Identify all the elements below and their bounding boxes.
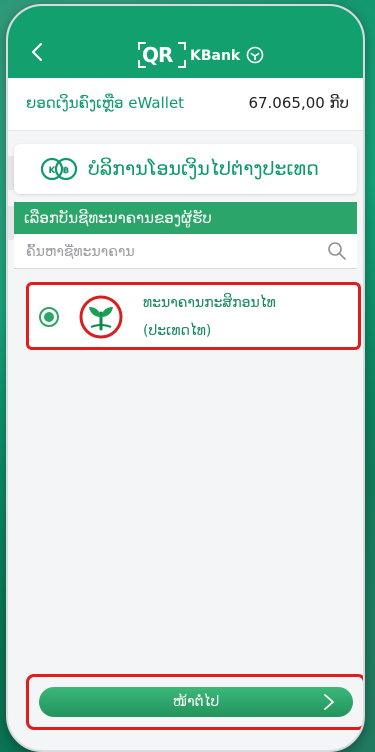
kbank-logo-text: KBank: [190, 48, 241, 64]
svg-text:K: K: [49, 166, 57, 176]
chevron-left-icon: [31, 42, 43, 62]
bank-search-input[interactable]: [24, 238, 308, 266]
chevron-right-icon: [324, 694, 334, 710]
section-title: ເລືອກບັນຊີທະນາຄານຂອງຜູ້ຮັບ: [24, 209, 212, 227]
balance-value: 67.065,00 ກີບ: [248, 94, 349, 112]
next-button-label: ໜ້າຕໍ່ໄປ: [172, 694, 220, 710]
back-button[interactable]: [26, 40, 50, 64]
balance-label: ຍອດເງິນຄົງເຫຼືອ eWallet: [26, 94, 185, 112]
bank-name-line2: (ປະເທດໄທ): [143, 323, 212, 339]
service-title: ບໍລິການໂອນເງິນໄປຕ່າງປະເທດ: [88, 158, 319, 180]
phone-frame: QR KBank ຍອດເງິນຄົງເຫຼືອ eWallet 67.065,…: [6, 4, 365, 752]
exchange-icon: K ฿: [40, 157, 78, 181]
wallet-balance-row: ຍອດເງິນຄົງເຫຼືອ eWallet 67.065,00 ກີບ: [8, 78, 363, 131]
next-button-highlight: ໜ້າຕໍ່ໄປ: [26, 674, 363, 730]
bank-list-item[interactable]: ທະນາຄານກະສິກອນໄທ (ປະເທດໄທ): [26, 282, 361, 350]
bank-name-line1: ທະນາຄານກະສິກອນໄທ: [143, 295, 276, 311]
kbank-emblem-icon: [246, 46, 264, 64]
service-title-card: K ฿ ບໍລິການໂອນເງິນໄປຕ່າງປະເທດ: [14, 144, 357, 194]
app-header: QR KBank: [8, 6, 363, 78]
svg-text:฿: ฿: [63, 166, 69, 176]
bank-search-box: [14, 234, 357, 269]
section-header: ເລືອກບັນຊີທະນາຄານຂອງຜູ້ຮັບ: [14, 202, 357, 234]
search-icon[interactable]: [327, 241, 347, 261]
radio-dot: [44, 312, 54, 322]
bank-radio-selected[interactable]: [39, 307, 59, 327]
qr-logo: QR: [138, 42, 186, 68]
qr-logo-text: QR: [142, 43, 173, 67]
next-button[interactable]: ໜ້າຕໍ່ໄປ: [39, 687, 353, 717]
kasikorn-logo-icon: [79, 295, 123, 339]
